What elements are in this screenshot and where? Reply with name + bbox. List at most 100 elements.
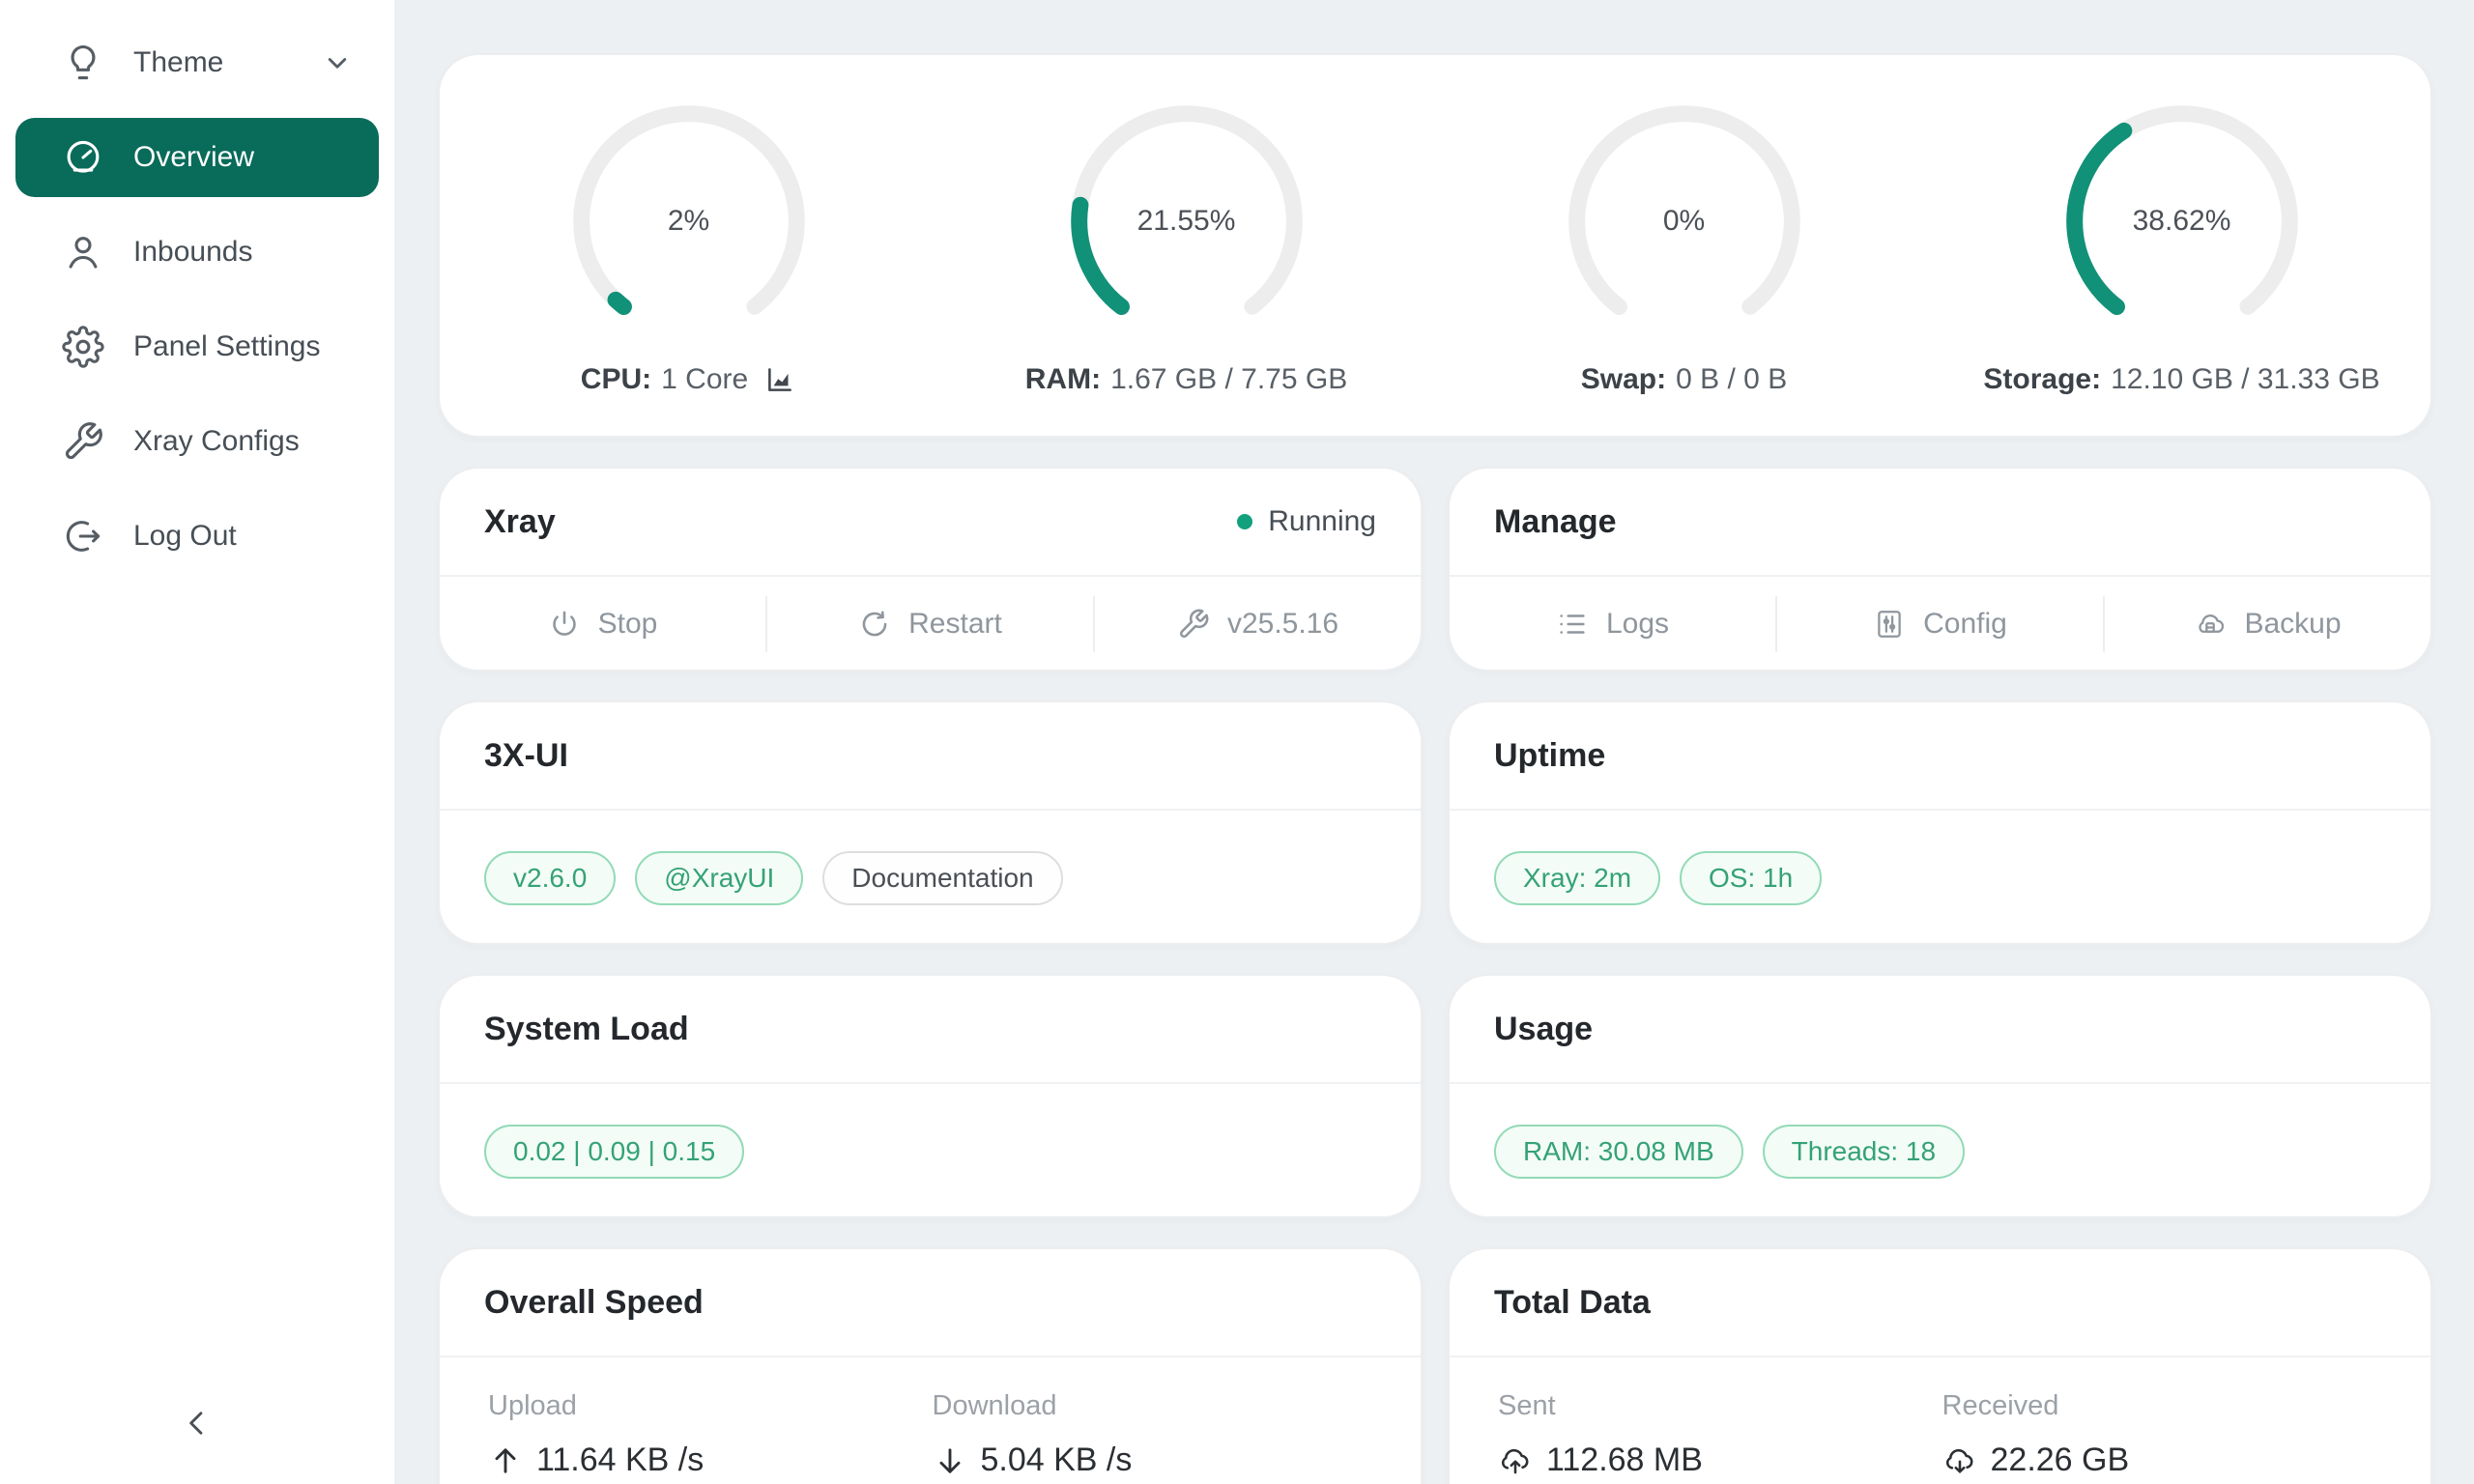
ram-percent: 21.55%	[1070, 104, 1304, 338]
upload-stat: Upload 11.64 KB /s	[488, 1390, 933, 1479]
logout-icon	[62, 515, 104, 557]
gear-icon	[62, 326, 104, 368]
ram-gauge: 21.55% RAM: 1.67 GB / 7.75 GB	[937, 55, 1435, 436]
load-average-tag: 0.02 | 0.09 | 0.15	[484, 1125, 744, 1179]
speed-stats: Upload 11.64 KB /s Download 5.04	[440, 1357, 1421, 1484]
list-icon	[1556, 608, 1589, 641]
storage-gauge: 38.62% Storage: 12.10 GB / 31.33 GB	[1933, 55, 2431, 436]
sidebar-item-label: Overview	[133, 141, 254, 174]
overall-speed-card: Overall Speed Upload 11.64 KB /s Downloa…	[438, 1247, 1423, 1484]
sidebar-item-label: Log Out	[133, 520, 237, 553]
download-stat: Download 5.04 KB /s	[933, 1390, 1377, 1479]
chevron-down-icon	[321, 46, 354, 79]
usage-card: Usage RAM: 30.08 MB Threads: 18	[1448, 974, 2432, 1218]
storage-percent: 38.62%	[2065, 104, 2299, 338]
swap-percent: 0%	[1568, 104, 1801, 338]
overall-speed-card-header: Overall Speed	[440, 1249, 1421, 1357]
wrench-icon	[62, 420, 104, 463]
cpu-gauge: 2% CPU: 1 Core	[440, 55, 937, 436]
sidebar-item-overview[interactable]: Overview	[15, 118, 379, 197]
system-load-card-header: System Load	[440, 976, 1421, 1084]
running-status-dot	[1237, 514, 1252, 529]
storage-gauge-ring: 38.62%	[2065, 104, 2299, 338]
sent-label: Sent	[1498, 1390, 1942, 1422]
arrow-up-icon	[488, 1443, 523, 1478]
logs-button[interactable]: Logs	[1450, 577, 1775, 671]
cloud-server-icon	[2194, 608, 2227, 641]
uptime-card: Uptime Xray: 2m OS: 1h	[1448, 700, 2432, 945]
user-icon	[62, 231, 104, 273]
usage-tags: RAM: 30.08 MB Threads: 18	[1450, 1084, 2431, 1218]
channel-tag[interactable]: @XrayUI	[635, 851, 803, 905]
sidebar-collapse-button[interactable]	[0, 1380, 394, 1467]
system-load-card: System Load 0.02 | 0.09 | 0.15	[438, 974, 1423, 1218]
sidebar-item-log-out[interactable]: Log Out	[15, 497, 379, 576]
sidebar-nav: Theme Overview Inbounds	[0, 0, 394, 576]
usage-card-header: Usage	[1450, 976, 2431, 1084]
download-label: Download	[933, 1390, 1377, 1422]
ram-usage-tag: RAM: 30.08 MB	[1494, 1125, 1743, 1179]
config-button[interactable]: Config	[1777, 577, 2103, 671]
swap-gauge-ring: 0%	[1568, 104, 1801, 338]
cloud-upload-icon	[1498, 1443, 1533, 1478]
stop-button[interactable]: Stop	[440, 577, 765, 671]
sidebar-item-xray-configs[interactable]: Xray Configs	[15, 402, 379, 481]
system-gauges-card: 2% CPU: 1 Core 21.55%	[438, 53, 2432, 438]
reload-icon	[858, 608, 891, 641]
received-label: Received	[1942, 1390, 2387, 1422]
xray-card-title: Xray	[484, 503, 556, 541]
system-load-tags: 0.02 | 0.09 | 0.15	[440, 1084, 1421, 1218]
upload-label: Upload	[488, 1390, 933, 1422]
total-data-card-header: Total Data	[1450, 1249, 2431, 1357]
backup-button[interactable]: Backup	[2105, 577, 2431, 671]
ram-gauge-ring: 21.55%	[1070, 104, 1304, 338]
power-icon	[548, 608, 581, 641]
total-data-card-title: Total Data	[1494, 1284, 1651, 1322]
sidebar-item-label: Theme	[133, 46, 223, 79]
sidebar-item-theme[interactable]: Theme	[15, 23, 379, 102]
xui-card: 3X-UI v2.6.0 @XrayUI Documentation	[438, 700, 1423, 945]
overall-speed-card-title: Overall Speed	[484, 1284, 704, 1322]
threads-tag: Threads: 18	[1763, 1125, 1965, 1179]
uptime-card-header: Uptime	[1450, 702, 2431, 811]
sidebar: Theme Overview Inbounds	[0, 0, 394, 1484]
uptime-card-title: Uptime	[1494, 737, 1605, 775]
received-value: 22.26 GB	[1942, 1441, 2387, 1479]
swap-gauge: 0% Swap: 0 B / 0 B	[1435, 55, 1933, 436]
cpu-label: CPU: 1 Core	[581, 363, 796, 396]
sliders-icon	[1873, 608, 1906, 641]
manage-card-header: Manage	[1450, 469, 2431, 577]
chevron-left-icon	[179, 1405, 216, 1441]
swap-label: Swap: 0 B / 0 B	[1581, 363, 1787, 396]
manage-card-title: Manage	[1494, 503, 1617, 541]
running-status-label: Running	[1268, 505, 1376, 538]
xray-actions: Stop Restart	[440, 577, 1421, 671]
system-load-card-title: System Load	[484, 1011, 689, 1048]
usage-card-title: Usage	[1494, 1011, 1593, 1048]
storage-label: Storage: 12.10 GB / 31.33 GB	[1983, 363, 2379, 396]
sidebar-item-panel-settings[interactable]: Panel Settings	[15, 307, 379, 386]
sidebar-item-inbounds[interactable]: Inbounds	[15, 213, 379, 292]
documentation-tag[interactable]: Documentation	[822, 851, 1062, 905]
restart-button[interactable]: Restart	[767, 577, 1093, 671]
download-value: 5.04 KB /s	[933, 1441, 1377, 1479]
sidebar-item-label: Xray Configs	[133, 425, 300, 458]
total-data-card: Total Data Sent 112.68 MB	[1448, 1247, 2432, 1484]
xray-card-header: Xray Running	[440, 469, 1421, 577]
area-chart-icon[interactable]	[763, 363, 796, 396]
uptime-tags: Xray: 2m OS: 1h	[1450, 811, 2431, 945]
xui-tags: v2.6.0 @XrayUI Documentation	[440, 811, 1421, 945]
bulb-icon	[62, 42, 104, 84]
main-content: 2% CPU: 1 Core 21.55%	[394, 0, 2474, 1484]
arrow-down-icon	[933, 1443, 967, 1478]
total-data-stats: Sent 112.68 MB Received	[1450, 1357, 2431, 1484]
manage-card: Manage Logs	[1448, 467, 2432, 671]
received-stat: Received 22.26 GB	[1942, 1390, 2387, 1479]
wrench-icon	[1177, 608, 1210, 641]
upload-value: 11.64 KB /s	[488, 1441, 933, 1479]
version-tag[interactable]: v2.6.0	[484, 851, 616, 905]
xray-version-button[interactable]: v25.5.16	[1095, 577, 1421, 671]
xui-card-header: 3X-UI	[440, 702, 1421, 811]
cpu-gauge-ring: 2%	[572, 104, 806, 338]
xray-uptime-tag: Xray: 2m	[1494, 851, 1660, 905]
